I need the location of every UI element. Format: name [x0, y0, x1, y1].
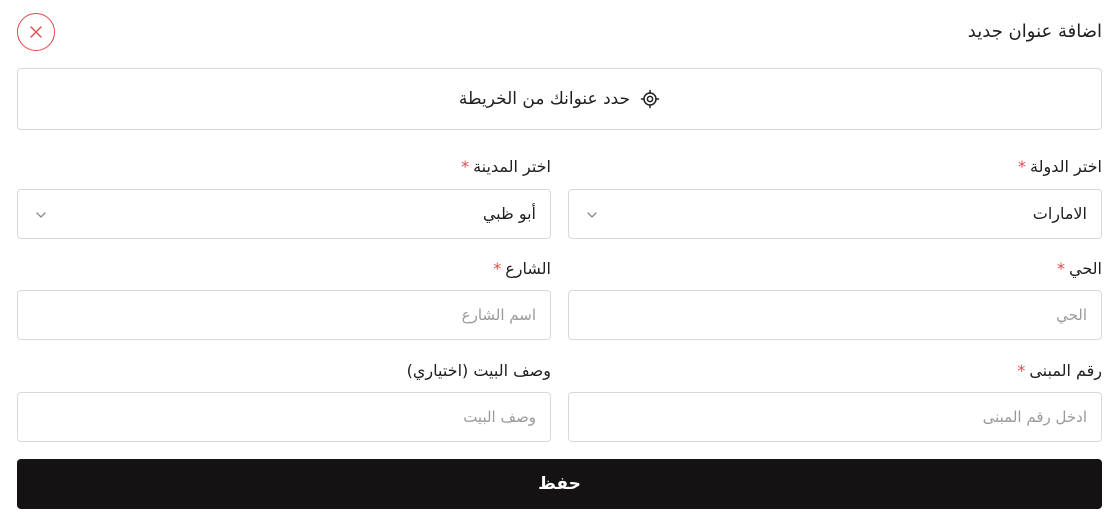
- select-on-map-button[interactable]: حدد عنوانك من الخريطة: [17, 68, 1102, 130]
- close-icon: [30, 26, 42, 38]
- house-description-field-box: [17, 392, 551, 442]
- city-label: اختر المدينة*: [461, 157, 551, 177]
- city-select-value: أبو ظبي: [482, 204, 536, 223]
- district-label: الحي*: [1057, 259, 1102, 279]
- building-label-text: رقم المبنى: [1029, 361, 1102, 380]
- chevron-down-icon: [34, 208, 48, 222]
- house-description-label-text: وصف البيت (اختياري): [406, 361, 551, 380]
- dialog-title: اضافة عنوان جديد: [967, 21, 1102, 42]
- building-label: رقم المبنى*: [1017, 361, 1102, 381]
- house-description-label: وصف البيت (اختياري): [407, 361, 551, 381]
- building-field-box: [568, 392, 1102, 442]
- location-target-icon: [640, 89, 660, 109]
- required-mark: *: [1017, 361, 1026, 380]
- chevron-down-icon: [585, 208, 599, 222]
- street-field-box: [17, 290, 551, 340]
- city-label-text: اختر المدينة: [473, 157, 551, 176]
- building-number-input[interactable]: [569, 393, 1101, 441]
- select-on-map-label: حدد عنوانك من الخريطة: [458, 89, 631, 109]
- district-input[interactable]: [569, 291, 1101, 339]
- add-address-dialog: اضافة عنوان جديد حدد عنوانك من الخريطة ا…: [0, 0, 1116, 524]
- required-mark: *: [493, 259, 502, 278]
- required-mark: *: [1018, 157, 1027, 176]
- house-description-input[interactable]: [18, 393, 550, 441]
- city-select[interactable]: أبو ظبي: [17, 189, 551, 239]
- close-button[interactable]: [17, 13, 55, 51]
- country-select[interactable]: الامارات: [568, 189, 1102, 239]
- district-label-text: الحي: [1069, 259, 1102, 278]
- district-field-box: [568, 290, 1102, 340]
- country-select-value: الامارات: [1032, 204, 1087, 223]
- street-label-text: الشارع: [505, 259, 551, 278]
- country-label: اختر الدولة*: [1018, 157, 1102, 177]
- required-mark: *: [461, 157, 470, 176]
- street-label: الشارع*: [493, 259, 551, 279]
- country-label-text: اختر الدولة: [1030, 157, 1102, 176]
- required-mark: *: [1057, 259, 1066, 278]
- save-button[interactable]: حفظ: [17, 459, 1102, 509]
- street-input[interactable]: [18, 291, 550, 339]
